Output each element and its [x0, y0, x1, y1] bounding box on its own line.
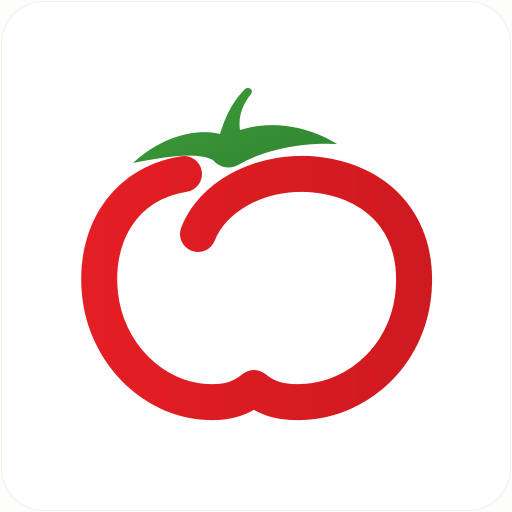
- app-icon-tile[interactable]: [2, 2, 510, 510]
- screen: [0, 0, 512, 512]
- tomato-icon: [81, 87, 433, 421]
- leaf-icon: [133, 87, 337, 168]
- tomato-body-icon: [81, 155, 433, 421]
